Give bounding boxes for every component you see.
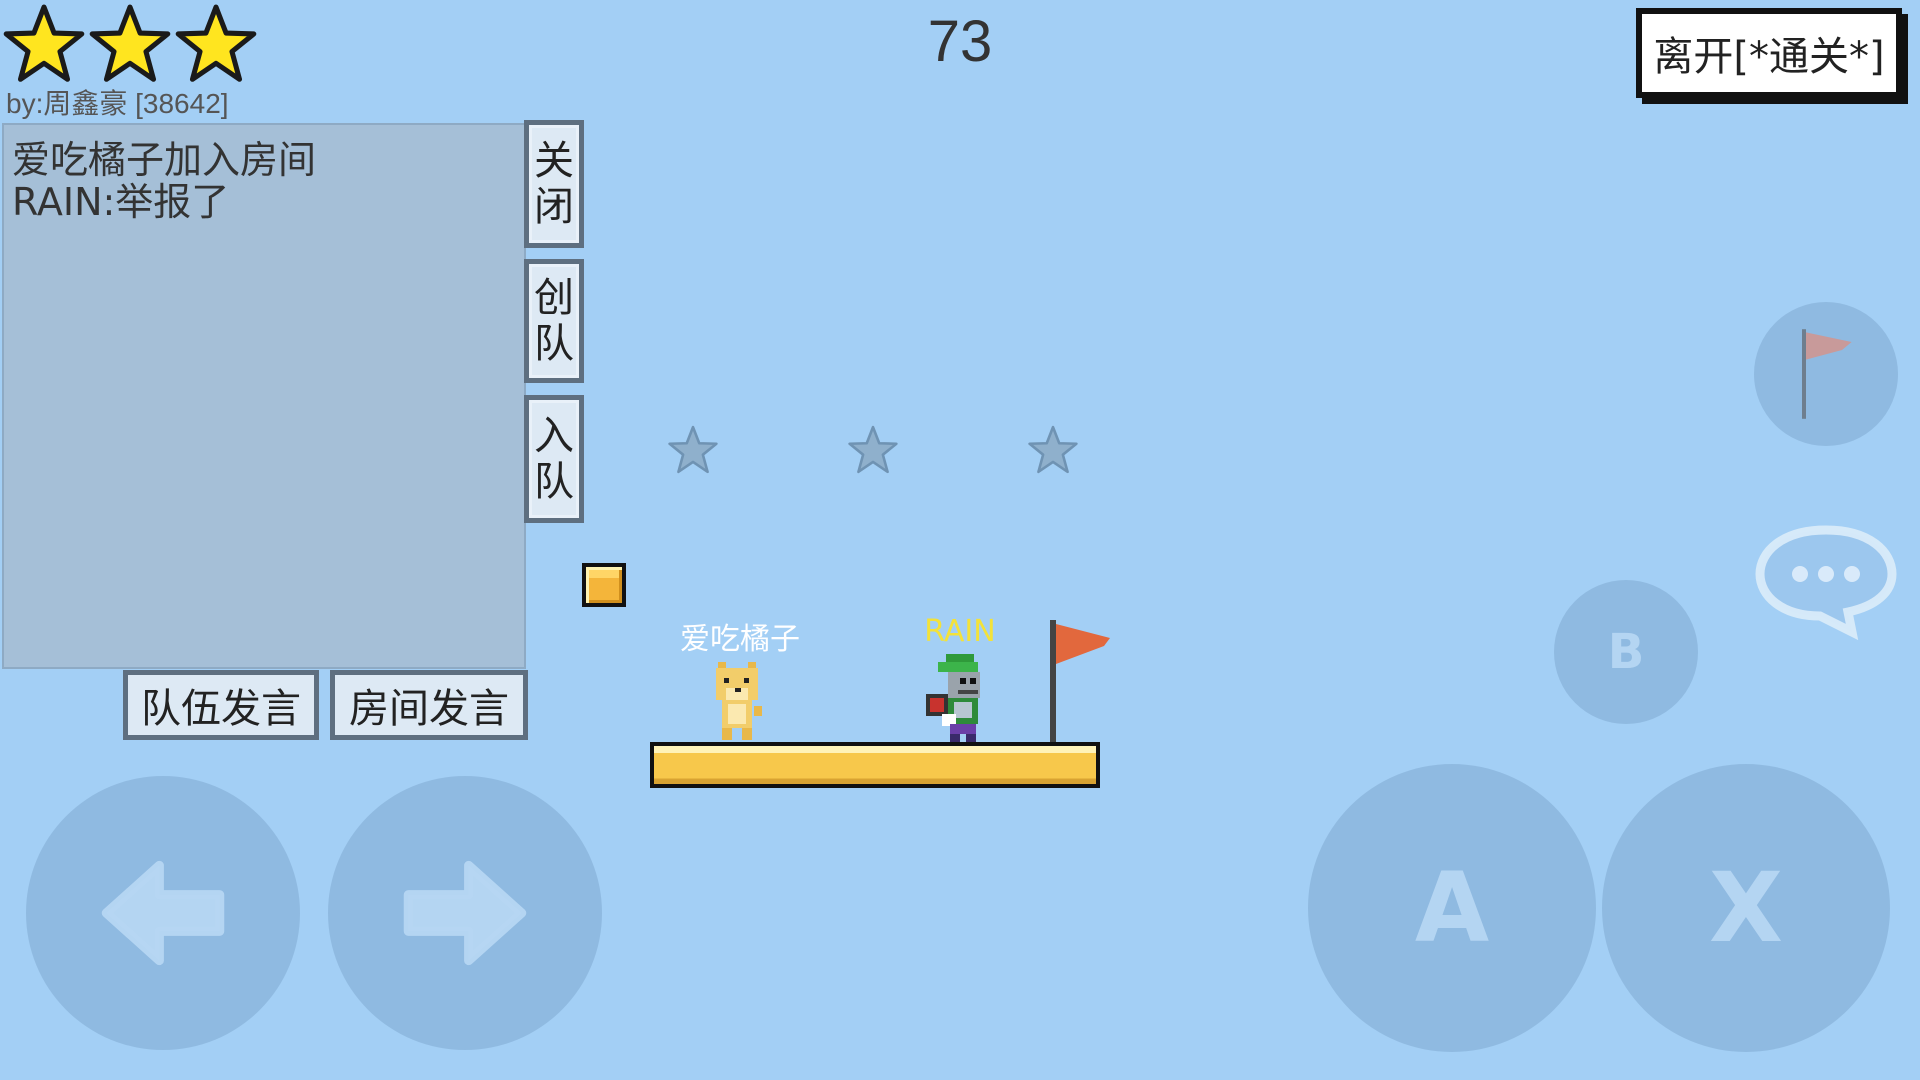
rating-star-3-icon <box>174 2 258 90</box>
collectible-star-3-icon <box>1027 424 1079 480</box>
b-button[interactable]: B <box>1554 580 1698 724</box>
move-left-button[interactable] <box>26 776 300 1050</box>
chat-message: RAIN:举报了 <box>12 180 230 224</box>
countdown-timer: 73 <box>927 9 993 74</box>
a-button-label: A <box>1414 852 1490 964</box>
join-team-label-2: 队 <box>534 459 574 505</box>
close-label-1: 关 <box>534 138 574 184</box>
chat-message: 爱吃橘子加入房间 <box>12 138 317 182</box>
collectible-star-1-icon <box>667 424 719 480</box>
close-label-2: 闭 <box>534 184 574 230</box>
left-arrow-icon <box>101 860 225 966</box>
create-team-label-2: 队 <box>534 321 574 367</box>
join-team-label-1: 入 <box>534 413 574 459</box>
join-team-button[interactable]: 入 队 <box>524 395 584 523</box>
room-say-button[interactable]: 房间发言 <box>330 670 528 740</box>
speech-bubble-icon <box>1755 525 1897 641</box>
right-arrow-icon <box>403 860 527 966</box>
bonus-block <box>582 563 626 607</box>
create-team-button[interactable]: 创 队 <box>524 259 584 383</box>
chat-toggle-button[interactable] <box>1752 520 1900 641</box>
x-button-label: X <box>1708 852 1783 964</box>
collectible-star-2-icon <box>847 424 899 480</box>
checkpoint-button[interactable] <box>1754 302 1898 446</box>
close-chat-button[interactable]: 关 闭 <box>524 120 584 248</box>
rain-player-sprite <box>922 654 994 744</box>
player-name-tag: 爱吃橘子 <box>680 622 800 657</box>
a-button[interactable]: A <box>1308 764 1596 1052</box>
b-button-label: B <box>1607 624 1645 680</box>
goal-flag-icon <box>1046 620 1116 744</box>
x-button[interactable]: X <box>1602 764 1890 1052</box>
move-right-button[interactable] <box>328 776 602 1050</box>
team-say-button[interactable]: 队伍发言 <box>123 670 319 740</box>
doge-player-sprite <box>710 658 766 742</box>
player-name-tag: RAIN <box>924 614 996 649</box>
game-stage: by:周鑫豪 [38642] 73 离开[*通关*] 爱吃橘子加入房间 RAIN… <box>0 0 1920 1080</box>
leave-button[interactable]: 离开[*通关*] <box>1636 8 1902 98</box>
yellow-platform <box>650 742 1100 788</box>
rating-star-2-icon <box>88 2 172 90</box>
chat-log[interactable]: 爱吃橘子加入房间 RAIN:举报了 <box>2 123 526 669</box>
create-team-label-1: 创 <box>534 275 574 321</box>
rating-star-1-icon <box>2 2 86 90</box>
flag-icon <box>1802 329 1852 419</box>
level-author: by:周鑫豪 [38642] <box>6 88 229 119</box>
